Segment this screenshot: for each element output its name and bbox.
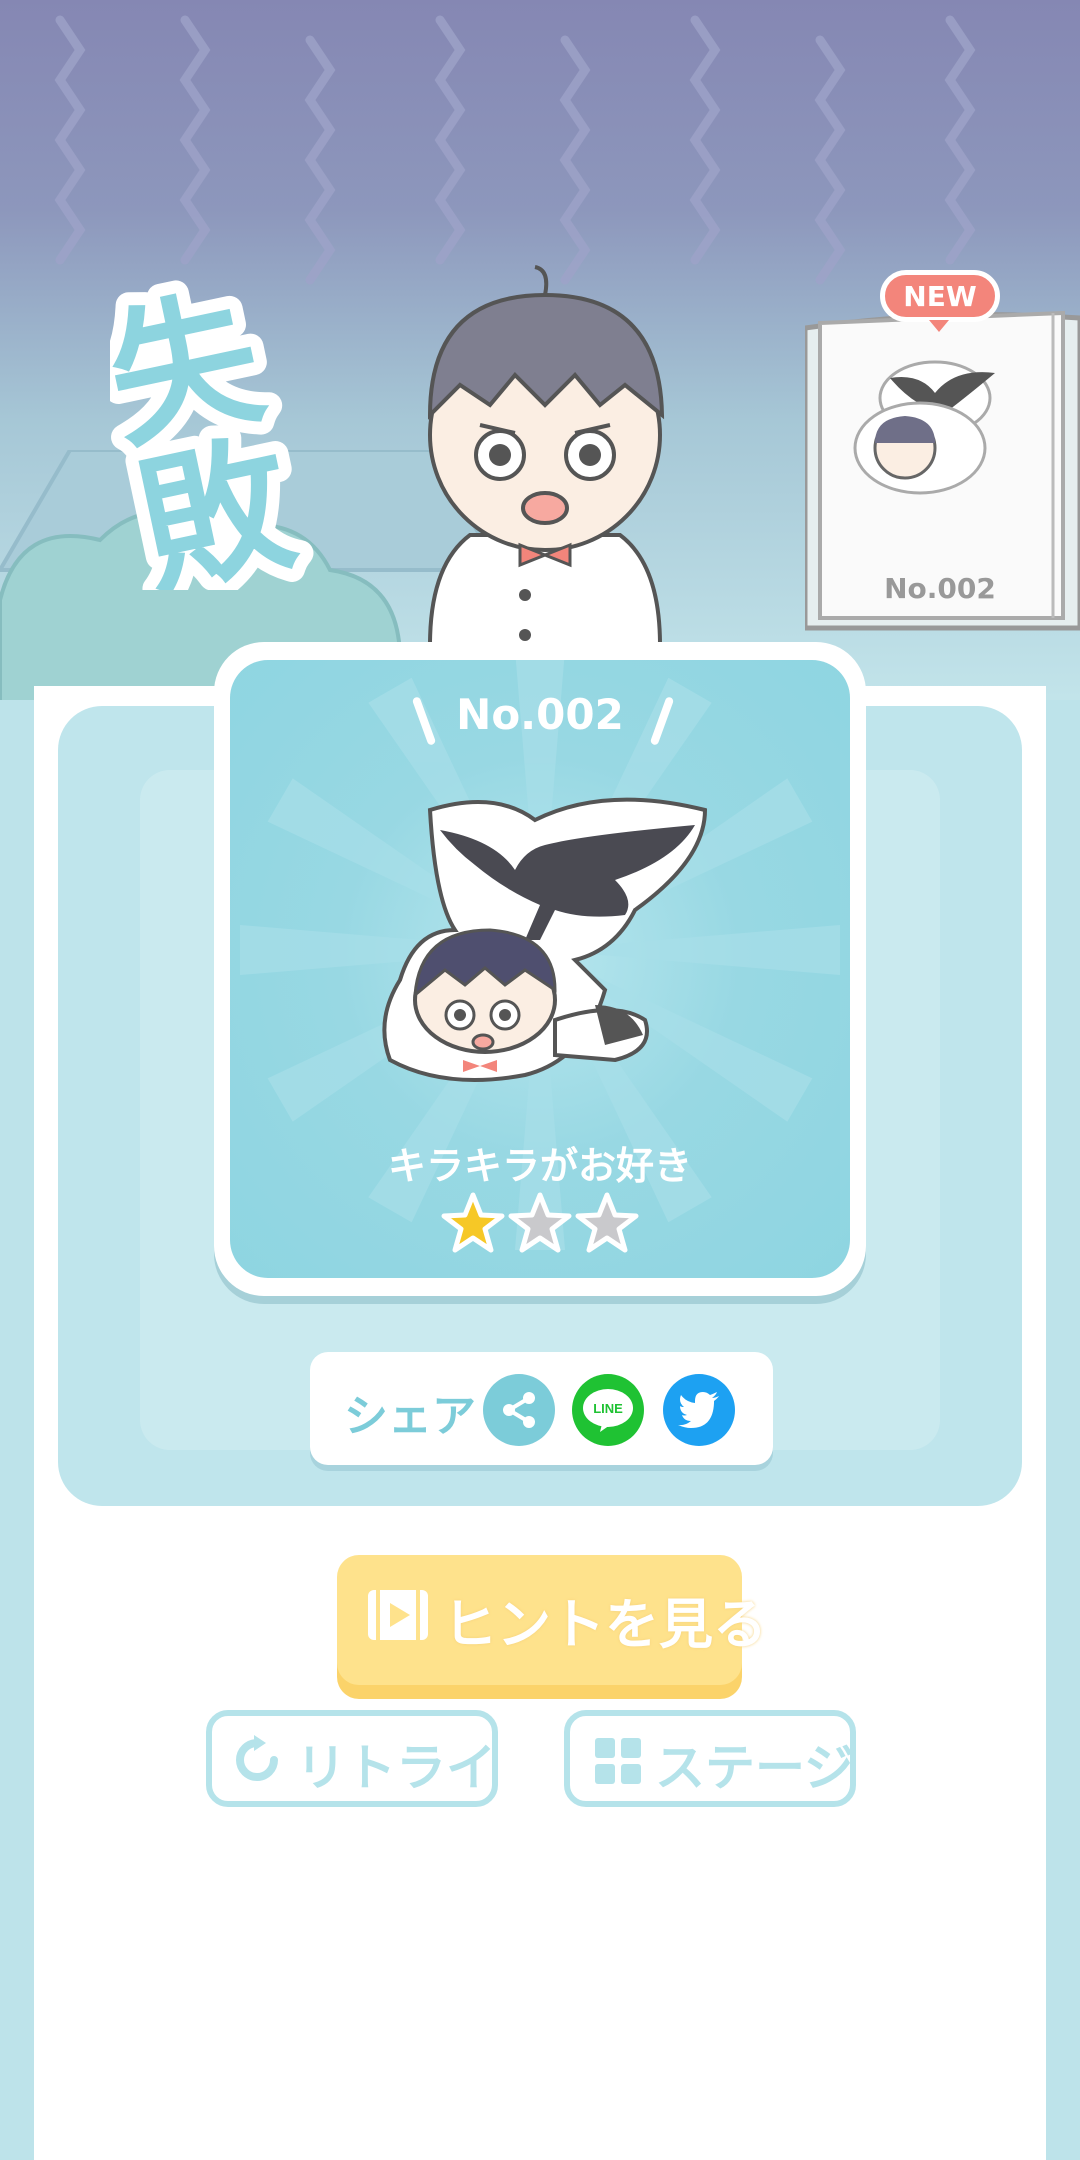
crying-boy: [427, 265, 665, 645]
share-icon: [503, 1392, 535, 1428]
stage-button-label: ステージ: [655, 1739, 854, 1797]
line-share-button[interactable]: LINE: [572, 1374, 644, 1446]
share-button[interactable]: [483, 1374, 555, 1446]
new-badge: NEW: [880, 270, 1000, 332]
failure-title: 失敗… 失敗…: [110, 263, 346, 590]
grid-icon: [595, 1738, 641, 1784]
card-title: キラキラがお好き: [387, 1144, 692, 1188]
crow-sticker-image: [382, 797, 708, 1082]
hint-button-label: ヒントを見る: [443, 1593, 767, 1656]
line-icon-label: LINE: [593, 1401, 623, 1416]
failure-title-text: 失敗…: [110, 276, 333, 590]
video-icon: [368, 1590, 428, 1640]
retry-button-label: リトライ: [296, 1739, 496, 1797]
twitter-share-button[interactable]: [663, 1374, 735, 1446]
star-filled-icon: [441, 1192, 505, 1253]
collection-number: No.002: [884, 572, 996, 605]
line-icon: LINE: [583, 1389, 633, 1432]
twitter-icon: [678, 1392, 719, 1428]
star-rating: [441, 1192, 639, 1253]
retry-icon: [236, 1735, 278, 1781]
share-label: シェア: [344, 1391, 476, 1442]
card-number: No.002: [456, 690, 624, 739]
star-empty-icon: [508, 1192, 572, 1253]
star-empty-icon: [575, 1192, 639, 1253]
